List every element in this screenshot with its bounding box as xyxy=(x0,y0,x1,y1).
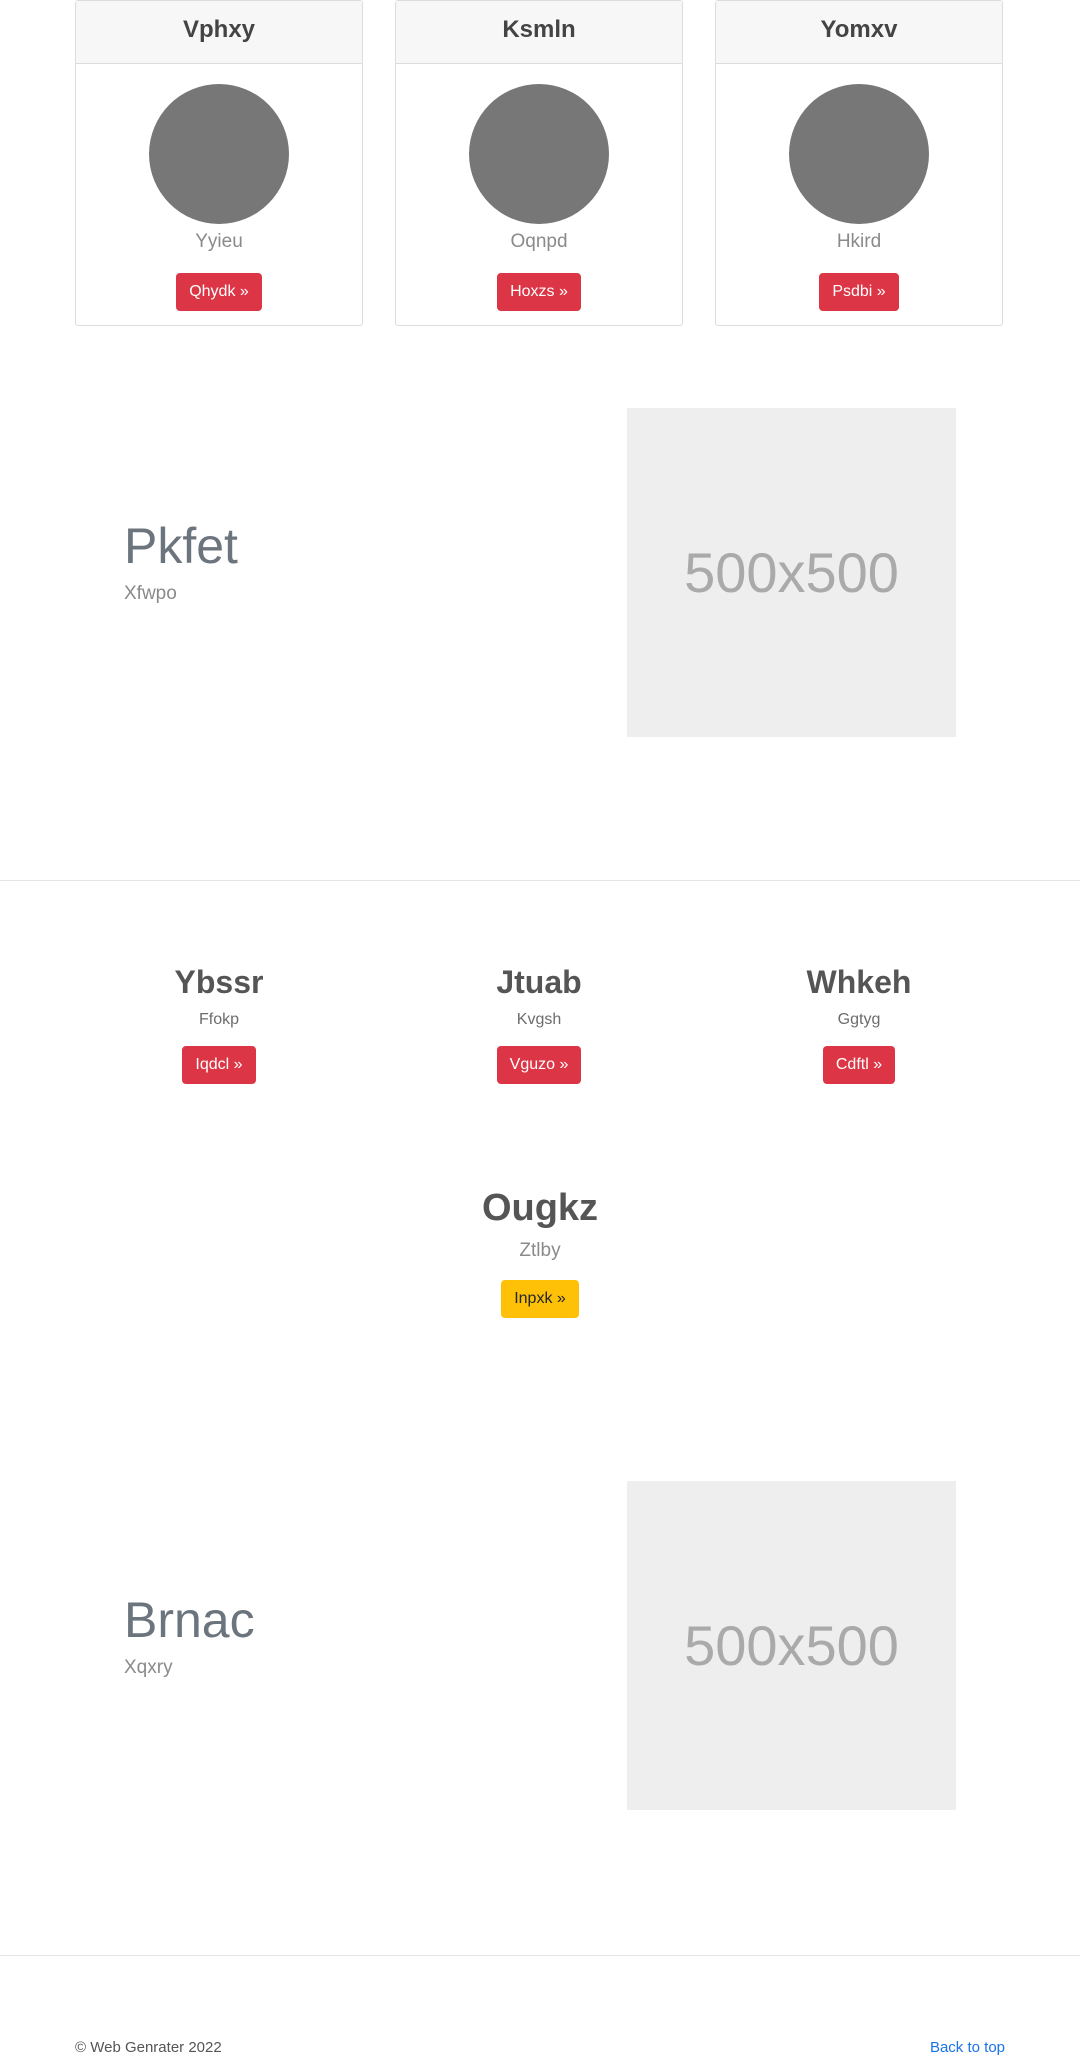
column-title: Whkeh xyxy=(806,964,912,1000)
center-subtitle: Ztlby xyxy=(519,1240,561,1261)
feature-2-subtitle: Xqxry xyxy=(124,1657,173,1678)
center-block: Ougkz Ztlby Inpxk » xyxy=(0,1186,1080,1318)
column-subtitle: Kvgsh xyxy=(516,1011,562,1028)
avatar xyxy=(149,84,289,224)
card-2-button[interactable]: Hoxzs » xyxy=(497,273,581,311)
column-1-button[interactable]: Iqdcl » xyxy=(182,1046,256,1084)
card-title: Ksmln xyxy=(396,1,682,64)
card-subtitle: Oqnpd xyxy=(510,231,568,252)
card-title: Yomxv xyxy=(716,1,1002,64)
footer-copyright: © Web Genrater 2022 xyxy=(75,2039,222,2056)
card-1-button[interactable]: Qhydk » xyxy=(176,273,262,311)
card-title: Vphxy xyxy=(76,1,362,64)
card-subtitle: Hkird xyxy=(836,231,882,252)
card-1: Vphxy Yyieu Qhydk » xyxy=(75,0,363,326)
feature-1-title: Pkfet xyxy=(124,518,238,574)
center-title: Ougkz xyxy=(481,1187,599,1229)
column-1: Ybssr Ffokp Iqdcl » xyxy=(75,963,363,1084)
center-button[interactable]: Inpxk » xyxy=(501,1280,579,1318)
column-title: Ybssr xyxy=(174,964,264,1000)
back-to-top-link[interactable]: Back to top xyxy=(930,2038,1005,2058)
column-3-button[interactable]: Cdftl » xyxy=(822,1046,896,1084)
avatar xyxy=(789,84,929,224)
column-3: Whkeh Ggtyg Cdftl » xyxy=(715,963,1003,1084)
column-subtitle: Ffokp xyxy=(198,1011,239,1028)
feature-1-image-placeholder: 500x500 xyxy=(627,408,956,737)
column-2-button[interactable]: Vguzo » xyxy=(496,1046,582,1084)
feature-2-image-placeholder: 500x500 xyxy=(627,1481,956,1810)
avatar xyxy=(469,84,609,224)
card-subtitle: Yyieu xyxy=(195,231,243,252)
card-3-button[interactable]: Psdbi » xyxy=(819,273,899,311)
column-title: Jtuab xyxy=(496,964,582,1000)
column-2: Jtuab Kvgsh Vguzo » xyxy=(395,963,683,1084)
divider xyxy=(0,880,1080,881)
card-2: Ksmln Oqnpd Hoxzs » xyxy=(395,0,683,326)
feature-2-title: Brnac xyxy=(124,1592,255,1648)
card-3: Yomxv Hkird Psdbi » xyxy=(715,0,1003,326)
feature-1-subtitle: Xfwpo xyxy=(124,583,177,604)
column-subtitle: Ggtyg xyxy=(837,1011,881,1028)
divider xyxy=(0,1955,1080,1956)
